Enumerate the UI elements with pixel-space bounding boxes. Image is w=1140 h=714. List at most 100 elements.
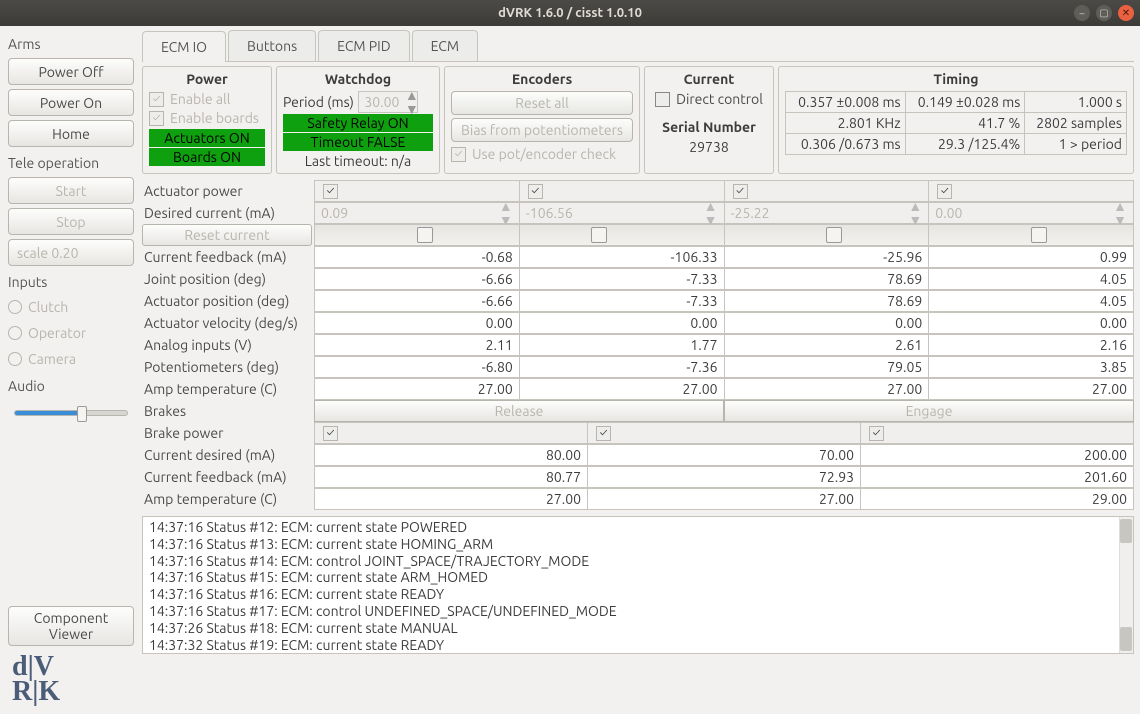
log-line: 14:37:16 Status #13: ECM: current state … — [149, 536, 1127, 553]
chevron-up-icon[interactable]: ▲ — [1113, 199, 1127, 213]
value-cell: -0.68 — [314, 246, 520, 268]
arms-label: Arms — [8, 36, 134, 52]
slider-thumb[interactable] — [591, 227, 607, 243]
row-label: Actuator position (deg) — [142, 293, 314, 309]
value-cell[interactable]: -25.22▲▼ — [725, 202, 930, 224]
component-viewer-button[interactable]: Component Viewer — [8, 606, 134, 646]
value-cell: 201.60 — [861, 466, 1134, 488]
log-line: 14:37:32 Status #19: ECM: current state … — [149, 637, 1127, 654]
minimize-icon[interactable]: – — [1074, 5, 1090, 21]
reset-all-button[interactable]: Reset all — [451, 91, 633, 115]
slider-cell[interactable] — [520, 224, 725, 246]
radio-icon — [8, 300, 22, 314]
audio-slider[interactable] — [14, 410, 128, 416]
timeout-status: Timeout FALSE — [283, 133, 433, 151]
checkbox-cell[interactable] — [520, 180, 725, 202]
slider-thumb[interactable] — [417, 227, 433, 243]
release-button[interactable]: Release — [314, 400, 724, 422]
checkbox-cell[interactable] — [725, 180, 930, 202]
slider-thumb[interactable] — [826, 227, 842, 243]
power-off-button[interactable]: Power Off — [8, 58, 134, 85]
chevron-up-icon[interactable]: ▲ — [405, 88, 417, 102]
value-cell: 2.11 — [314, 334, 520, 356]
value-cell: -7.33 — [520, 290, 725, 312]
value-cell: 0.99 — [929, 246, 1134, 268]
value-cell: 27.00 — [314, 378, 520, 400]
power-on-button[interactable]: Power On — [8, 89, 134, 116]
checkbox-cell[interactable] — [588, 422, 861, 444]
row-label: Current feedback (mA) — [142, 469, 314, 485]
slider-thumb[interactable] — [1031, 227, 1047, 243]
tab-ecm[interactable]: ECM — [412, 30, 478, 61]
actuators-status: Actuators ON — [149, 129, 265, 147]
enable-boards-checkbox[interactable]: Enable boards — [149, 110, 265, 126]
value-cell: -6.66 — [314, 290, 520, 312]
checkbox-cell[interactable] — [929, 180, 1134, 202]
row-label: Analog inputs (V) — [142, 337, 314, 353]
titlebar: dVRK 1.6.0 / cisst 1.0.10 – ▢ ✕ — [0, 0, 1140, 26]
log-area[interactable]: 14:37:16 Status #12: ECM: current state … — [142, 516, 1134, 654]
stop-button[interactable]: Stop — [8, 208, 134, 235]
operator-radio[interactable]: Operator — [8, 325, 134, 341]
slider-cell[interactable] — [929, 224, 1134, 246]
engage-button[interactable]: Engage — [724, 400, 1134, 422]
window-title: dVRK 1.6.0 / cisst 1.0.10 — [498, 6, 642, 20]
slider-cell[interactable] — [725, 224, 930, 246]
start-button[interactable]: Start — [8, 177, 134, 204]
value-cell: 29.00 — [861, 488, 1134, 510]
home-button[interactable]: Home — [8, 120, 134, 147]
log-line: 14:37:16 Status #12: ECM: current state … — [149, 519, 1127, 536]
checkbox-cell[interactable] — [314, 180, 520, 202]
reset-current-button[interactable]: Reset current — [142, 224, 312, 246]
scroll-up-icon[interactable] — [1120, 519, 1132, 543]
close-icon[interactable]: ✕ — [1118, 5, 1134, 21]
value-cell[interactable]: -106.56▲▼ — [520, 202, 725, 224]
use-pot-checkbox[interactable]: Use pot/encoder check — [451, 146, 633, 162]
checkbox-icon — [869, 426, 884, 441]
inputs-label: Inputs — [8, 274, 134, 290]
value-cell: 4.05 — [929, 268, 1134, 290]
value-cell: 27.00 — [520, 378, 725, 400]
value-cell[interactable]: 0.09▲▼ — [314, 202, 520, 224]
value-cell: 70.00 — [588, 444, 861, 466]
timing-table: 0.357 ±0.008 ms0.149 ±0.028 ms1.000 s 2.… — [785, 91, 1127, 155]
tab-buttons[interactable]: Buttons — [228, 30, 316, 61]
checkbox-icon — [596, 426, 611, 441]
watchdog-title: Watchdog — [283, 71, 433, 87]
enable-all-checkbox[interactable]: Enable all — [149, 91, 265, 107]
chevron-up-icon[interactable]: ▲ — [908, 199, 922, 213]
bias-button[interactable]: Bias from potentiometers — [451, 118, 633, 142]
row-label: Current feedback (mA) — [142, 249, 314, 265]
period-spinbox[interactable]: 30.00▲▼ — [358, 91, 418, 113]
encoders-panel: Encoders Reset all Bias from potentiomet… — [444, 66, 640, 174]
value-cell: 27.00 — [588, 488, 861, 510]
current-title: Current — [651, 71, 767, 87]
value-cell[interactable]: 0.00▲▼ — [929, 202, 1134, 224]
clutch-radio[interactable]: Clutch — [8, 299, 134, 315]
tab-ecm-pid[interactable]: ECM PID — [318, 30, 409, 61]
value-cell: 27.00 — [314, 488, 588, 510]
tab-ecm-io[interactable]: ECM IO — [142, 31, 226, 62]
scrollbar[interactable] — [1119, 517, 1133, 653]
slider-cell[interactable] — [314, 224, 520, 246]
chevron-down-icon[interactable]: ▼ — [405, 102, 417, 116]
value-cell: 4.05 — [929, 290, 1134, 312]
chevron-up-icon[interactable]: ▲ — [704, 199, 718, 213]
sidebar: Arms Power Off Power On Home Tele operat… — [0, 26, 142, 714]
camera-radio[interactable]: Camera — [8, 351, 134, 367]
checkbox-cell[interactable] — [314, 422, 588, 444]
value-cell: -7.36 — [520, 356, 725, 378]
value-cell: -6.66 — [314, 268, 520, 290]
teleop-label: Tele operation — [8, 155, 134, 171]
direct-control-checkbox[interactable]: Direct control — [651, 91, 767, 107]
value-cell: 79.05 — [725, 356, 930, 378]
scale-input[interactable]: scale 0.20 — [8, 239, 134, 266]
log-line: 14:37:16 Status #15: ECM: current state … — [149, 569, 1127, 586]
power-panel: Power Enable all Enable boards Actuators… — [142, 66, 272, 174]
chevron-up-icon[interactable]: ▲ — [499, 199, 513, 213]
maximize-icon[interactable]: ▢ — [1096, 5, 1112, 21]
scroll-down-icon[interactable] — [1120, 627, 1132, 651]
checkbox-icon — [733, 184, 748, 199]
boards-status: Boards ON — [149, 148, 265, 166]
checkbox-cell[interactable] — [861, 422, 1134, 444]
